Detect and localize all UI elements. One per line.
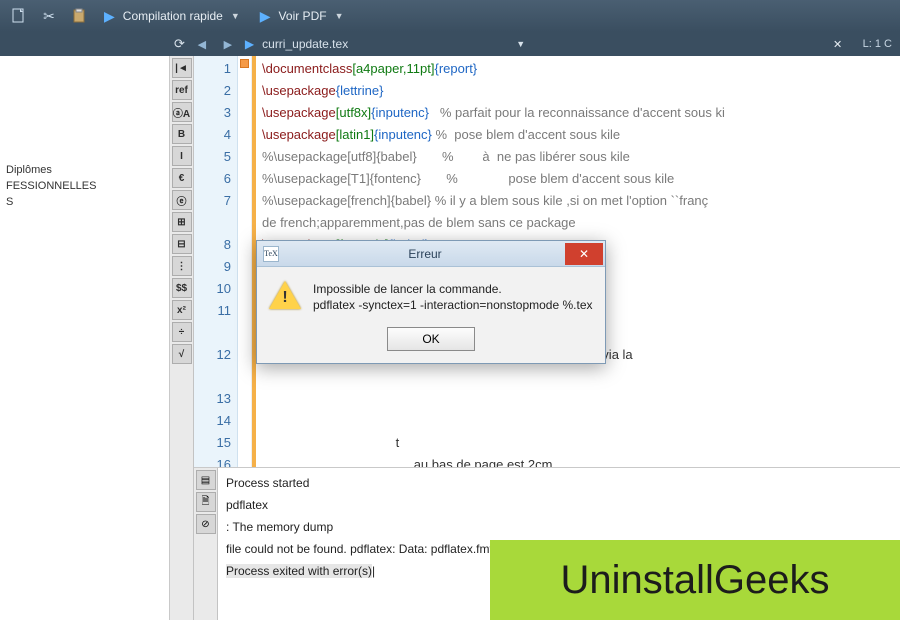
dialog-message-line: Impossible de lancer la commande. [313, 281, 593, 297]
error-dialog: TeX Erreur ✕ ! Impossible de lancer la c… [256, 240, 606, 364]
structure-line[interactable]: Diplômes [6, 162, 163, 178]
log-line: pdflatex [226, 494, 892, 516]
chevron-down-icon: ▼ [231, 11, 240, 21]
palette-button[interactable]: B [172, 124, 192, 144]
active-tab-filename[interactable]: curri_update.tex [262, 37, 348, 51]
palette-button[interactable]: ref [172, 80, 192, 100]
refresh-icon[interactable]: ⟳ [174, 36, 185, 52]
log-line: : The memory dump [226, 516, 892, 538]
log-line-selected: Process exited with error(s) [226, 564, 372, 578]
view-pdf-label: Voir PDF [279, 9, 327, 23]
nav-forward-icon[interactable]: ▶ [219, 38, 237, 51]
tab-dropdown-icon[interactable]: ▼ [516, 39, 525, 49]
new-file-icon[interactable] [6, 4, 32, 28]
palette-button[interactable]: ⓔ [172, 190, 192, 210]
paste-icon[interactable] [66, 4, 92, 28]
cut-icon[interactable]: ✂ [36, 4, 62, 28]
dialog-title: Erreur [285, 247, 565, 261]
bookmark-icon[interactable] [240, 59, 249, 68]
run-icon: ▶ [104, 8, 115, 25]
line-number-gutter: 1234567.891011.12.1314151617.18.19 [194, 56, 238, 467]
tex-app-icon: TeX [263, 246, 279, 262]
palette-button[interactable]: ⋮ [172, 256, 192, 276]
tab-close-icon[interactable]: ✕ [829, 35, 847, 53]
palette-button[interactable]: x² [172, 300, 192, 320]
run-icon: ▶ [260, 8, 271, 25]
palette-button[interactable]: $$ [172, 278, 192, 298]
document-tabbar: ⟳ ◀ ▶ ▶ curri_update.tex ▼ ✕ L: 1 C [0, 32, 900, 56]
structure-line[interactable]: S [6, 194, 163, 210]
dialog-titlebar[interactable]: TeX Erreur ✕ [257, 241, 605, 267]
nav-back-icon[interactable]: ◀ [193, 38, 211, 51]
log-icon[interactable]: 🗎 [196, 492, 216, 512]
structure-line[interactable]: FESSIONNELLES [6, 178, 163, 194]
watermark-banner: UninstallGeeks [490, 540, 900, 620]
play-icon[interactable]: ▶ [245, 37, 254, 51]
palette-button[interactable]: € [172, 168, 192, 188]
dialog-body: ! Impossible de lancer la commande. pdfl… [257, 267, 605, 319]
cursor-position: L: 1 C [863, 38, 892, 50]
palette-button[interactable]: ⓐA [172, 102, 192, 122]
palette-button[interactable]: ⊞ [172, 212, 192, 232]
symbol-palette: |◄refⓐABI€ⓔ⊞⊟⋮$$x²÷√ [170, 56, 194, 620]
messages-icon[interactable]: ▤ [196, 470, 216, 490]
errors-icon[interactable]: ⊘ [196, 514, 216, 534]
structure-panel: Diplômes FESSIONNELLES S [0, 56, 170, 620]
log-line: Process started [226, 472, 892, 494]
chevron-down-icon: ▼ [335, 11, 344, 21]
compile-dropdown[interactable]: ▶ Compilation rapide ▼ [96, 4, 248, 28]
fold-gutter [238, 56, 252, 467]
dialog-close-icon[interactable]: ✕ [565, 243, 603, 265]
dialog-message-line: pdflatex -synctex=1 -interaction=nonstop… [313, 297, 593, 313]
view-pdf-dropdown[interactable]: ▶ Voir PDF ▼ [252, 4, 352, 28]
warning-icon: ! [269, 281, 301, 313]
output-toolbar: ▤ 🗎 ⊘ [194, 468, 218, 620]
palette-button[interactable]: ÷ [172, 322, 192, 342]
ok-button[interactable]: OK [387, 327, 475, 351]
compile-label: Compilation rapide [123, 9, 223, 23]
palette-button[interactable]: √ [172, 344, 192, 364]
palette-button[interactable]: |◄ [172, 58, 192, 78]
main-toolbar: ✂ ▶ Compilation rapide ▼ ▶ Voir PDF ▼ [0, 0, 900, 32]
palette-button[interactable]: I [172, 146, 192, 166]
palette-button[interactable]: ⊟ [172, 234, 192, 254]
